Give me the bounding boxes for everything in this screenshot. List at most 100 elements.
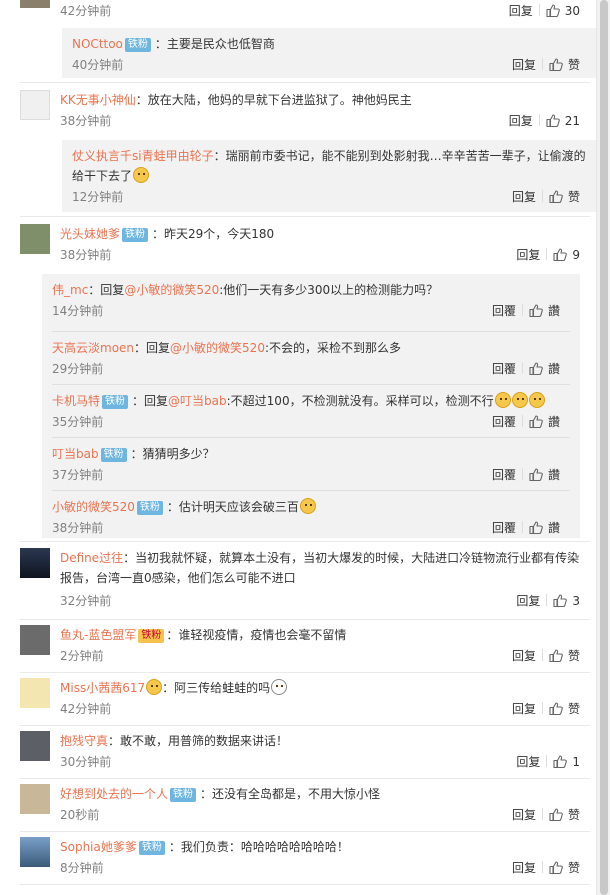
comment-text: ：敢不敢，用普筛的数据来讲话！ xyxy=(108,734,289,748)
thumbs-up-icon xyxy=(549,58,563,71)
like-button[interactable]: 21 xyxy=(546,110,580,132)
reply-button[interactable]: 回覆 xyxy=(492,411,516,433)
comment-text: ：还没有全岛都是，不用大惊小怪 xyxy=(200,787,381,801)
divider xyxy=(20,725,590,726)
thumbs-up-icon xyxy=(546,114,560,127)
divider xyxy=(521,304,523,316)
fan-badge: 铁粉 xyxy=(122,228,149,242)
divider xyxy=(20,778,590,779)
like-button[interactable]: 赞 xyxy=(549,698,580,720)
divider xyxy=(541,702,543,714)
avatar[interactable] xyxy=(20,784,50,814)
like-button[interactable]: 赞 xyxy=(549,186,580,208)
fan-badge: 铁粉 xyxy=(136,501,163,515)
username[interactable]: 仗义执言千si青蛙甲由轮子 xyxy=(72,149,214,163)
divider xyxy=(546,594,548,606)
reply-button[interactable]: 回覆 xyxy=(492,300,516,322)
fan-badge: 铁粉 xyxy=(124,38,151,52)
like-button[interactable]: 30 xyxy=(546,0,580,22)
mention-link[interactable]: @小敏的微笑520 xyxy=(124,283,219,297)
comment-time: 35分钟前 xyxy=(52,415,104,429)
like-button[interactable]: 9 xyxy=(553,244,580,266)
comment-time: 40分钟前 xyxy=(72,58,124,72)
reply-button[interactable]: 回复 xyxy=(512,186,536,208)
doge-emoji-icon xyxy=(299,498,316,514)
thumbs-up-icon xyxy=(549,649,563,662)
reply-button[interactable]: 回复 xyxy=(512,857,536,879)
username[interactable]: 光头妹她爹 xyxy=(60,227,120,241)
avatar[interactable] xyxy=(20,731,50,761)
like-count: 9 xyxy=(572,248,580,262)
username[interactable]: 叮当bab xyxy=(52,447,99,461)
like-button[interactable]: 讚 xyxy=(529,464,560,486)
reply-button[interactable]: 回覆 xyxy=(492,358,516,380)
like-button[interactable]: 赞 xyxy=(549,804,580,826)
avatar[interactable] xyxy=(20,224,50,254)
reply-item: 天高云淡moen：回复@小敏的微笑520:不会的，采检不到那么多 29分钟前 回… xyxy=(52,332,570,385)
like-label: 赞 xyxy=(567,649,580,663)
username[interactable]: 天高云淡moen xyxy=(52,341,134,355)
reply-button[interactable]: 回覆 xyxy=(492,464,516,486)
username[interactable]: 伟_mc xyxy=(52,283,88,297)
thumbs-up-icon xyxy=(553,594,567,607)
fan-badge: 铁粉 xyxy=(102,395,129,409)
like-button[interactable]: 3 xyxy=(553,590,580,612)
thumbs-up-icon xyxy=(546,4,560,17)
like-button[interactable]: 讚 xyxy=(529,300,560,322)
like-button[interactable]: 赞 xyxy=(549,645,580,667)
like-button[interactable]: 赞 xyxy=(549,857,580,879)
username[interactable]: 卡机马特 xyxy=(52,394,100,408)
reply-button[interactable]: 回复 xyxy=(512,54,536,76)
like-button[interactable]: 1 xyxy=(553,751,580,773)
reply-button[interactable]: 回复 xyxy=(509,0,533,22)
like-count: 30 xyxy=(564,4,580,18)
username[interactable]: KK无事小神仙 xyxy=(60,93,136,107)
like-label: 赞 xyxy=(567,861,580,875)
username[interactable]: 好想到处去的一个人 xyxy=(60,787,168,801)
comment-time: 8分钟前 xyxy=(60,861,104,875)
comment-time: 37分钟前 xyxy=(52,468,104,482)
reply-button[interactable]: 回复 xyxy=(512,804,536,826)
reply-button[interactable]: 回复 xyxy=(512,698,536,720)
like-label: 赞 xyxy=(567,58,580,72)
reply-button[interactable]: 回复 xyxy=(509,110,533,132)
scrollbar[interactable] xyxy=(596,0,610,895)
avatar[interactable] xyxy=(20,837,50,867)
username[interactable]: 鱼丸-蓝色盟军 xyxy=(60,628,136,642)
avatar[interactable] xyxy=(20,548,50,578)
thumbs-up-icon xyxy=(549,861,563,874)
mention-link[interactable]: @叮当bab xyxy=(168,394,227,408)
username[interactable]: 抱残守真 xyxy=(60,734,108,748)
reply-button[interactable]: 回复 xyxy=(512,645,536,667)
thumbs-up-icon xyxy=(529,304,543,317)
username[interactable]: NOCttoo xyxy=(72,37,123,51)
reply-button[interactable]: 回复 xyxy=(516,590,540,612)
like-button[interactable]: 讚 xyxy=(529,517,560,539)
comment-time: 38分钟前 xyxy=(60,114,112,128)
avatar[interactable] xyxy=(20,625,50,655)
comment-time: 29分钟前 xyxy=(52,362,104,376)
username[interactable]: 小敏的微笑520 xyxy=(52,500,135,514)
comment-time: 32分钟前 xyxy=(60,594,112,608)
scrollbar-thumb[interactable] xyxy=(600,0,608,895)
username[interactable]: Define过往 xyxy=(60,551,123,565)
mention-link[interactable]: @小敏的微笑520 xyxy=(170,341,265,355)
reply-button[interactable]: 回复 xyxy=(516,751,540,773)
doge-emoji-icon xyxy=(511,392,528,408)
avatar[interactable] xyxy=(20,0,50,8)
divider xyxy=(541,190,543,202)
like-count: 3 xyxy=(572,594,580,608)
avatar[interactable] xyxy=(20,90,50,120)
divider xyxy=(20,619,590,620)
like-button[interactable]: 赞 xyxy=(549,54,580,76)
avatar[interactable] xyxy=(20,678,50,708)
comment-text: ：猜猜明多少？ xyxy=(130,447,215,461)
reply-button[interactable]: 回复 xyxy=(516,244,540,266)
divider xyxy=(541,58,543,70)
username[interactable]: Miss小茜茜617 xyxy=(60,681,145,695)
like-button[interactable]: 讚 xyxy=(529,358,560,380)
username[interactable]: Sophia她爹爹 xyxy=(60,840,137,854)
like-button[interactable]: 讚 xyxy=(529,411,560,433)
comment-top: 42分钟前 回复 30 xyxy=(20,0,590,20)
reply-button[interactable]: 回覆 xyxy=(492,517,516,539)
